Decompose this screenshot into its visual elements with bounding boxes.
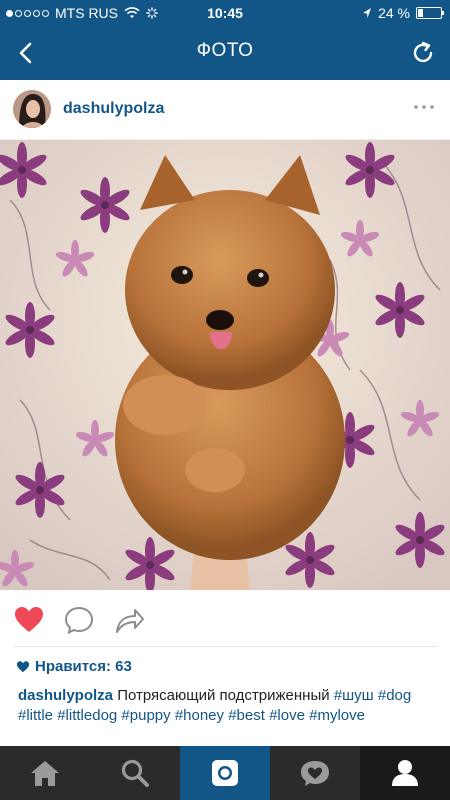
heart-icon[interactable] <box>13 604 45 636</box>
page-title: ФОТО <box>196 40 254 61</box>
location-arrow-icon <box>363 8 372 18</box>
divider <box>13 646 437 647</box>
avatar[interactable] <box>13 90 51 128</box>
small-heart-icon <box>16 661 30 673</box>
hashtag[interactable]: #dog <box>378 687 411 704</box>
navigation-bar: ФОТО <box>0 26 450 80</box>
share-arrow-icon[interactable] <box>113 604 145 636</box>
hashtag[interactable]: #mylove <box>309 707 365 724</box>
search-icon <box>121 759 149 787</box>
camera-icon <box>212 760 238 786</box>
refresh-icon[interactable] <box>406 36 440 70</box>
battery-icon <box>416 7 444 19</box>
battery-level <box>418 9 424 17</box>
top-bar: MTS RUS 10:45 24 % ФОТО <box>0 0 450 80</box>
hashtag[interactable]: #best <box>228 707 265 724</box>
hashtag[interactable]: #honey <box>175 707 224 724</box>
tab-home[interactable] <box>0 746 90 800</box>
pomeranian-photo <box>0 140 450 590</box>
tab-profile[interactable] <box>360 746 450 800</box>
hashtag[interactable]: #little <box>18 707 53 724</box>
caption-username[interactable]: dashulypolza <box>18 687 113 704</box>
hashtag[interactable]: #love <box>269 707 305 724</box>
tab-camera[interactable] <box>180 746 270 800</box>
post-photo[interactable] <box>0 140 450 590</box>
likes-label: Нравится: 63 <box>35 658 132 675</box>
avatar-image <box>13 90 51 128</box>
post-actions <box>0 592 450 644</box>
tab-activity[interactable] <box>270 746 360 800</box>
battery-percent: 24 % <box>378 5 410 21</box>
tab-search[interactable] <box>90 746 180 800</box>
activity-heart-icon <box>301 761 329 786</box>
post-caption: dashulypolza Потрясающий подстриженный #… <box>18 686 438 726</box>
likes-count[interactable]: Нравится: 63 <box>16 658 132 675</box>
hashtag[interactable]: #littledog <box>57 707 117 724</box>
hashtag[interactable]: #шуш <box>334 687 374 704</box>
post-header: dashulypolza <box>0 80 450 140</box>
more-dots-icon[interactable] <box>412 102 436 112</box>
home-icon <box>31 761 59 786</box>
hashtag[interactable]: #puppy <box>121 707 170 724</box>
caption-text: Потрясающий подстриженный <box>117 687 330 704</box>
status-bar: MTS RUS 10:45 24 % <box>0 0 450 26</box>
tab-bar <box>0 746 450 800</box>
comment-bubble-icon[interactable] <box>63 604 95 636</box>
post-username[interactable]: dashulypolza <box>63 100 164 118</box>
profile-icon <box>392 760 418 786</box>
